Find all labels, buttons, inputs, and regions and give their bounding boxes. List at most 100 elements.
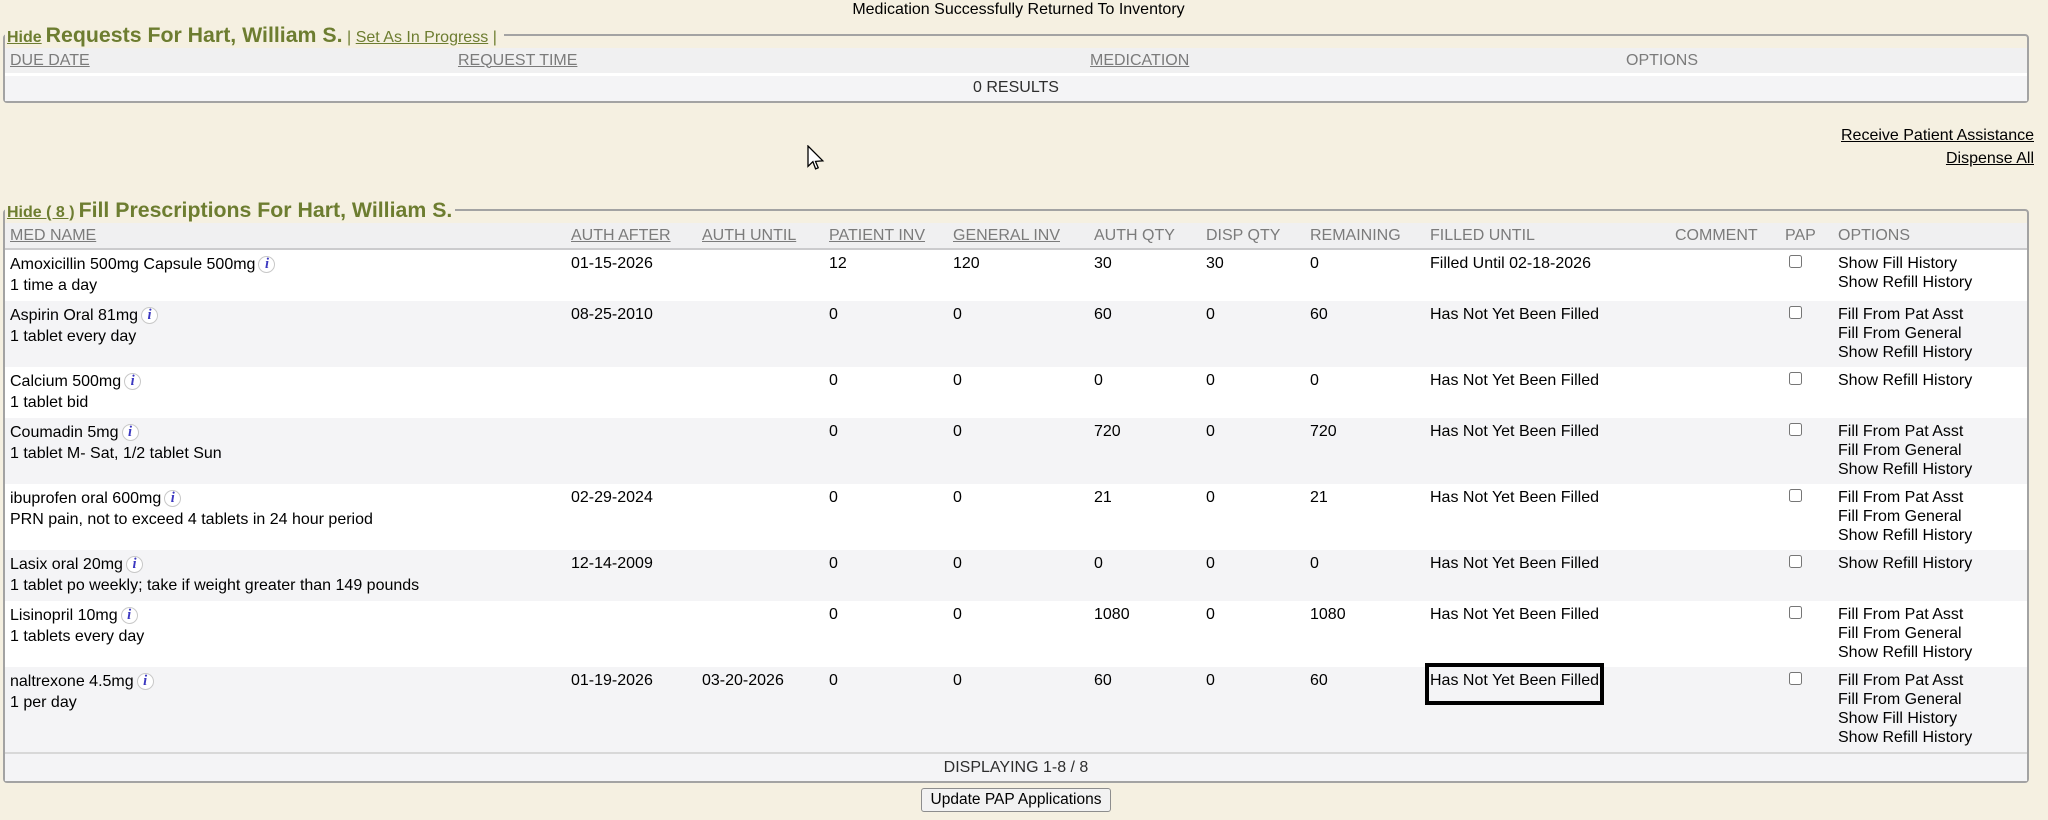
requests-hide-link[interactable]: Hide bbox=[7, 29, 42, 46]
option-link[interactable]: Fill From Pat Asst bbox=[1838, 305, 2022, 324]
fill-col-header: FILLED UNTIL bbox=[1425, 223, 1670, 249]
auth-until-cell bbox=[697, 249, 824, 301]
options-cell: Fill From Pat AsstFill From GeneralShow … bbox=[1833, 484, 2027, 550]
pap-checkbox[interactable] bbox=[1789, 555, 1802, 568]
option-link[interactable]: Fill From General bbox=[1838, 690, 2022, 709]
button-row: Update PAP Applications bbox=[3, 788, 2029, 812]
med-directions: 1 per day bbox=[10, 692, 561, 713]
option-link[interactable]: Show Fill History bbox=[1838, 709, 2022, 728]
fill-col-label[interactable]: AUTH UNTIL bbox=[702, 227, 796, 244]
option-link[interactable]: Show Refill History bbox=[1838, 554, 2022, 573]
requests-col-header: OPTIONS bbox=[1621, 48, 2027, 75]
fill-hide-link[interactable]: Hide ( 8 ) bbox=[7, 204, 75, 221]
fill-col-label[interactable]: AUTH AFTER bbox=[571, 227, 671, 244]
fill-col-label[interactable]: MED NAME bbox=[10, 227, 96, 244]
fill-col-header: PAP bbox=[1780, 223, 1833, 249]
comment-cell bbox=[1670, 484, 1780, 550]
option-link[interactable]: Fill From General bbox=[1838, 324, 2022, 343]
requests-col-label[interactable]: REQUEST TIME bbox=[458, 52, 577, 69]
option-link[interactable]: Fill From General bbox=[1838, 624, 2022, 643]
med-directions: 1 tablets every day bbox=[10, 626, 561, 647]
filled-until-cell: Has Not Yet Been Filled bbox=[1425, 301, 1670, 367]
pap-checkbox[interactable] bbox=[1789, 672, 1802, 685]
requests-table: DUE DATEREQUEST TIMEMEDICATIONOPTIONS 0 … bbox=[5, 48, 2027, 101]
option-link[interactable]: Fill From General bbox=[1838, 507, 2022, 526]
filled-until-cell: Has Not Yet Been Filled bbox=[1425, 367, 1670, 418]
auth-after-cell bbox=[566, 601, 697, 667]
pipe-right-separator: | bbox=[493, 29, 497, 46]
option-link[interactable]: Show Fill History bbox=[1838, 254, 2022, 273]
requests-col-label[interactable]: DUE DATE bbox=[10, 52, 90, 69]
pap-cell bbox=[1780, 249, 1833, 301]
info-icon[interactable]: i bbox=[122, 424, 139, 441]
auth-until-cell bbox=[697, 550, 824, 601]
option-link[interactable]: Show Refill History bbox=[1838, 371, 2022, 390]
option-link[interactable]: Show Refill History bbox=[1838, 460, 2022, 479]
med-directions: 1 tablet every day bbox=[10, 326, 561, 347]
med-name: ibuprofen oral 600mg bbox=[10, 490, 161, 507]
option-link[interactable]: Fill From Pat Asst bbox=[1838, 422, 2022, 441]
disp-qty-cell: 0 bbox=[1201, 301, 1305, 367]
filled-until-cell: Has Not Yet Been Filled bbox=[1425, 418, 1670, 484]
fill-col-label: COMMENT bbox=[1675, 227, 1758, 244]
info-icon[interactable]: i bbox=[137, 673, 154, 690]
fill-col-header: REMAINING bbox=[1305, 223, 1425, 249]
remaining-cell: 0 bbox=[1305, 249, 1425, 301]
info-icon[interactable]: i bbox=[121, 607, 138, 624]
option-link[interactable]: Fill From Pat Asst bbox=[1838, 671, 2022, 690]
fill-prescriptions-section: Hide ( 8 )Fill Prescriptions For Hart, W… bbox=[3, 198, 2029, 783]
option-link[interactable]: Show Refill History bbox=[1838, 273, 2022, 292]
requests-col-header: MEDICATION bbox=[1085, 48, 1621, 75]
patient-inv-cell: 0 bbox=[824, 367, 948, 418]
status-message: Medication Successfully Returned To Inve… bbox=[3, 0, 2034, 20]
fill-col-label[interactable]: PATIENT INV bbox=[829, 227, 925, 244]
med-name-cell: Aspirin Oral 81mgi1 tablet every day bbox=[5, 301, 566, 367]
requests-title: Requests For Hart, William S. bbox=[46, 23, 343, 47]
fill-table-footer: DISPLAYING 1-8 / 8 bbox=[5, 753, 2027, 781]
info-icon[interactable]: i bbox=[164, 490, 181, 507]
pap-checkbox[interactable] bbox=[1789, 372, 1802, 385]
prescription-row: Lisinopril 10mgi1 tablets every day00108… bbox=[5, 601, 2027, 667]
info-icon[interactable]: i bbox=[126, 556, 143, 573]
remaining-cell: 1080 bbox=[1305, 601, 1425, 667]
prescription-row: Aspirin Oral 81mgi1 tablet every day08-2… bbox=[5, 301, 2027, 367]
pap-checkbox[interactable] bbox=[1789, 606, 1802, 619]
requests-col-label[interactable]: MEDICATION bbox=[1090, 52, 1189, 69]
med-directions: PRN pain, not to exceed 4 tablets in 24 … bbox=[10, 509, 561, 530]
fill-col-header: DISP QTY bbox=[1201, 223, 1305, 249]
auth-qty-cell: 60 bbox=[1089, 667, 1201, 753]
med-name-line: Calcium 500mgi bbox=[10, 371, 561, 392]
remaining-cell: 60 bbox=[1305, 667, 1425, 753]
prescription-row: Lasix oral 20mgi1 tablet po weekly; take… bbox=[5, 550, 2027, 601]
fill-col-header: AUTH UNTIL bbox=[697, 223, 824, 249]
pap-checkbox[interactable] bbox=[1789, 306, 1802, 319]
requests-legend: HideRequests For Hart, William S. |Set As… bbox=[5, 23, 504, 48]
option-link[interactable]: Show Refill History bbox=[1838, 728, 2022, 747]
auth-qty-cell: 21 bbox=[1089, 484, 1201, 550]
med-name-line: ibuprofen oral 600mgi bbox=[10, 488, 561, 509]
med-name-cell: Amoxicillin 500mg Capsule 500mgi1 time a… bbox=[5, 249, 566, 301]
general-inv-cell: 120 bbox=[948, 249, 1089, 301]
option-link[interactable]: Fill From Pat Asst bbox=[1838, 488, 2022, 507]
option-link[interactable]: Show Refill History bbox=[1838, 526, 2022, 545]
option-link[interactable]: Fill From General bbox=[1838, 441, 2022, 460]
fill-col-label[interactable]: GENERAL INV bbox=[953, 227, 1060, 244]
update-pap-button[interactable]: Update PAP Applications bbox=[921, 788, 1112, 812]
set-as-in-progress-link[interactable]: Set As In Progress bbox=[356, 29, 489, 46]
auth-after-cell bbox=[566, 418, 697, 484]
fill-col-header: OPTIONS bbox=[1833, 223, 2027, 249]
dispense-all-link[interactable]: Dispense All bbox=[3, 147, 2034, 170]
option-link[interactable]: Fill From Pat Asst bbox=[1838, 605, 2022, 624]
pap-cell bbox=[1780, 667, 1833, 753]
prescription-row: ibuprofen oral 600mgiPRN pain, not to ex… bbox=[5, 484, 2027, 550]
auth-after-cell: 01-19-2026 bbox=[566, 667, 697, 753]
receive-patient-assistance-link[interactable]: Receive Patient Assistance bbox=[3, 124, 2034, 147]
option-link[interactable]: Show Refill History bbox=[1838, 643, 2022, 662]
info-icon[interactable]: i bbox=[124, 373, 141, 390]
info-icon[interactable]: i bbox=[258, 256, 275, 273]
pap-checkbox[interactable] bbox=[1789, 255, 1802, 268]
pap-checkbox[interactable] bbox=[1789, 423, 1802, 436]
option-link[interactable]: Show Refill History bbox=[1838, 343, 2022, 362]
info-icon[interactable]: i bbox=[141, 307, 158, 324]
pap-checkbox[interactable] bbox=[1789, 489, 1802, 502]
